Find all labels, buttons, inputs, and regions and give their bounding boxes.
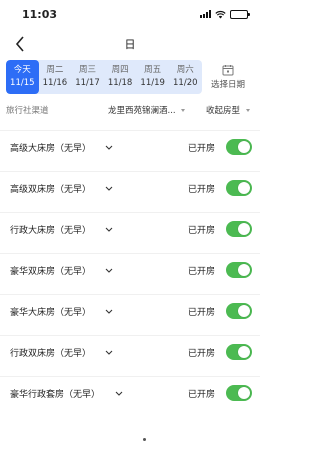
battery-icon: [230, 9, 250, 19]
pick-date-label: 选择日期: [210, 80, 245, 90]
room-list: 高级大床房（无早） 已开房 高级双床房（无早） 已开房 行政大床房（无早） 已开…: [0, 130, 260, 409]
room-status: 已开房: [188, 307, 216, 318]
scroll-indicator: [143, 438, 146, 441]
room-status: 已开房: [188, 225, 216, 236]
chevron-down-icon[interactable]: [104, 265, 114, 275]
room-name[interactable]: 高级双床房（无早）: [10, 182, 91, 195]
room-row: 豪华大床房（无早） 已开房: [0, 294, 260, 327]
date-tab-weekday: 今天: [13, 65, 31, 75]
date-tab-date: 11/20: [173, 78, 198, 88]
date-tabs: 今天 11/15 周二 11/16 周三 11/17 周四 11/18 周五 1…: [6, 60, 202, 94]
date-tab-date: 11/17: [75, 78, 100, 88]
chevron-down-icon[interactable]: [104, 347, 114, 357]
signal-icon: [200, 10, 211, 18]
date-tab-weekday: 周三: [78, 65, 96, 75]
room-open-toggle[interactable]: [226, 385, 252, 401]
nav-bar: 日: [0, 28, 260, 60]
hotel-filter[interactable]: 龙里西苑锦澜酒...: [108, 104, 186, 116]
collapse-room-types[interactable]: 收起房型: [206, 104, 250, 116]
calendar-icon: [222, 65, 234, 76]
room-open-toggle[interactable]: [226, 303, 252, 319]
room-open-toggle[interactable]: [226, 344, 252, 360]
date-tab-weekday: 周二: [46, 65, 64, 75]
caret-down-icon: [245, 109, 250, 112]
date-tab-tue[interactable]: 周二 11/16: [39, 60, 72, 94]
date-tab-fri[interactable]: 周五 11/19: [136, 60, 169, 94]
chevron-down-icon[interactable]: [114, 388, 124, 398]
room-name[interactable]: 豪华双床房（无早）: [10, 264, 91, 277]
room-name[interactable]: 豪华行政套房（无早）: [10, 387, 100, 400]
chevron-down-icon[interactable]: [104, 183, 114, 193]
room-row: 行政双床房（无早） 已开房: [0, 335, 260, 368]
channel-filter[interactable]: 旅行社渠道: [6, 104, 49, 116]
pick-date-button[interactable]: 选择日期: [202, 60, 254, 94]
filter-bar: 旅行社渠道 龙里西苑锦澜酒... 收起房型: [0, 98, 260, 122]
date-tab-date: 11/16: [42, 78, 68, 88]
room-name[interactable]: 高级大床房（无早）: [10, 141, 91, 154]
room-name[interactable]: 行政双床房（无早）: [10, 346, 91, 359]
room-open-toggle[interactable]: [226, 262, 252, 278]
back-chevron-icon: [15, 36, 24, 52]
status-time: 11:03: [22, 7, 58, 21]
chevron-down-icon[interactable]: [104, 306, 114, 316]
date-tab-weekday: 周六: [176, 65, 194, 75]
date-tab-today[interactable]: 今天 11/15: [6, 60, 39, 94]
caret-down-icon: [181, 109, 186, 112]
date-tab-weekday: 周五: [144, 65, 162, 75]
hotel-filter-label: 龙里西苑锦澜酒...: [108, 106, 176, 116]
date-tab-sat[interactable]: 周六 11/20: [169, 60, 202, 94]
date-tab-date: 11/15: [10, 78, 35, 88]
room-row: 高级大床房（无早） 已开房: [0, 130, 260, 163]
wifi-icon: [215, 10, 226, 18]
room-open-toggle[interactable]: [226, 139, 252, 155]
back-button[interactable]: [8, 32, 32, 56]
date-tab-date: 11/19: [140, 78, 165, 88]
room-status: 已开房: [188, 348, 216, 359]
room-row: 豪华行政套房（无早） 已开房: [0, 376, 260, 409]
status-bar: 11:03: [0, 0, 260, 28]
room-status: 已开房: [188, 266, 216, 277]
room-status: 已开房: [188, 143, 216, 154]
collapse-label: 收起房型: [206, 106, 241, 116]
room-open-toggle[interactable]: [226, 180, 252, 196]
chevron-down-icon[interactable]: [104, 142, 114, 152]
room-name[interactable]: 行政大床房（无早）: [10, 223, 91, 236]
room-status: 已开房: [188, 389, 216, 400]
date-selector: 今天 11/15 周二 11/16 周三 11/17 周四 11/18 周五 1…: [6, 60, 254, 94]
chevron-down-icon[interactable]: [104, 224, 114, 234]
room-status: 已开房: [188, 184, 216, 195]
room-row: 行政大床房（无早） 已开房: [0, 212, 260, 245]
room-open-toggle[interactable]: [226, 221, 252, 237]
room-row: 豪华双床房（无早） 已开房: [0, 253, 260, 286]
date-tab-thu[interactable]: 周四 11/18: [104, 60, 137, 94]
date-tab-date: 11/18: [107, 78, 133, 88]
date-tab-weekday: 周四: [111, 65, 129, 75]
room-row: 高级双床房（无早） 已开房: [0, 171, 260, 204]
date-tab-wed[interactable]: 周三 11/17: [71, 60, 104, 94]
status-icons: [200, 9, 250, 19]
page-title: 日: [124, 38, 136, 51]
room-name[interactable]: 豪华大床房（无早）: [10, 305, 91, 318]
